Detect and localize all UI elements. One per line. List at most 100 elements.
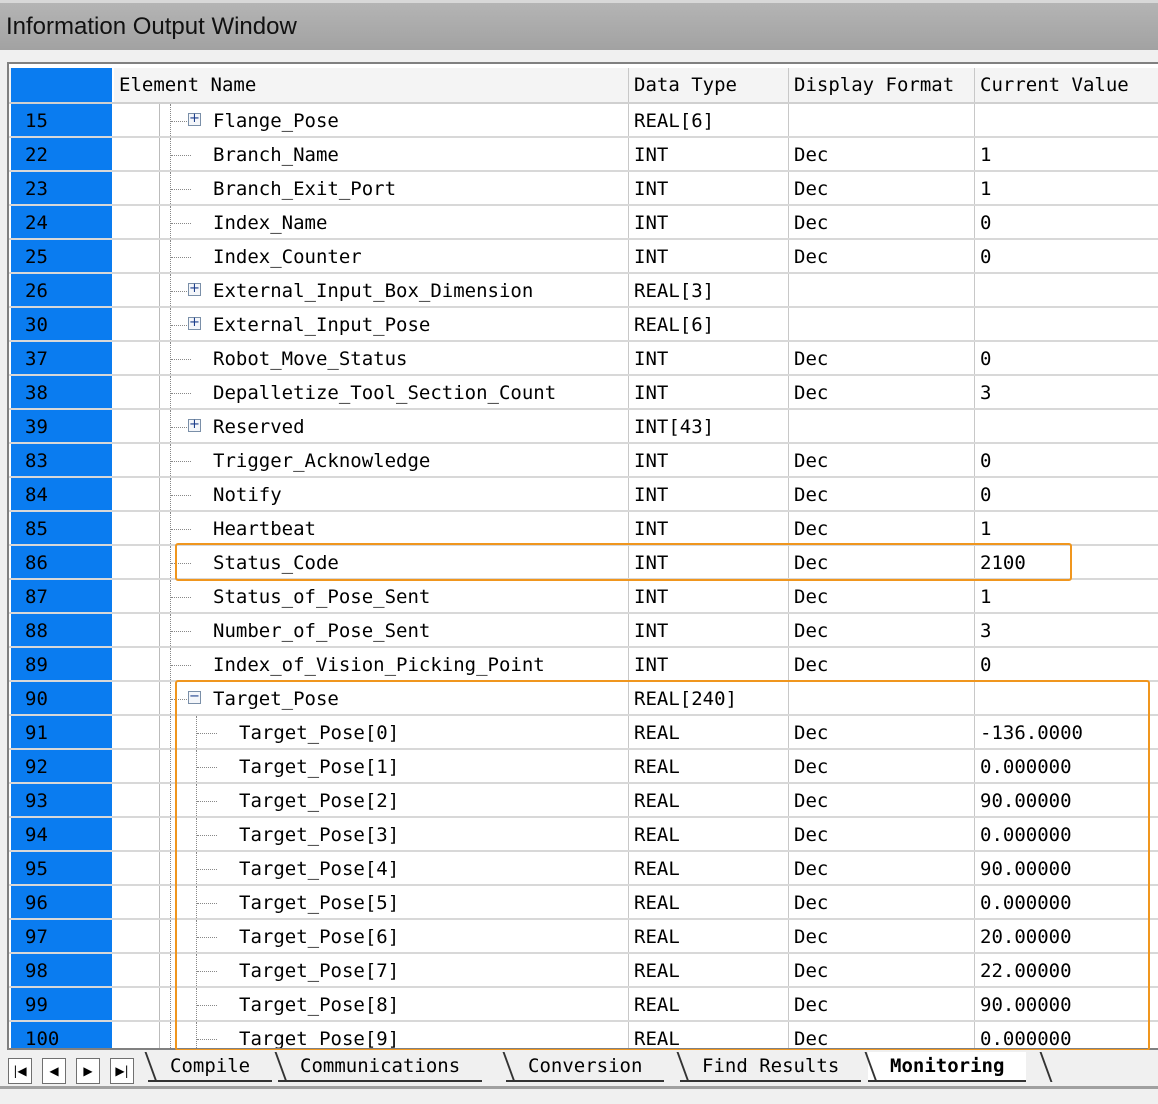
- current-value-cell[interactable]: 90.00000: [975, 988, 1158, 1020]
- display-format-cell[interactable]: Dec: [789, 954, 975, 986]
- data-type-cell[interactable]: INT: [629, 546, 789, 578]
- row-number[interactable]: 39: [11, 410, 114, 442]
- element-name-cell[interactable]: Target_Pose[4]: [114, 852, 629, 884]
- display-format-cell[interactable]: Dec: [789, 240, 975, 272]
- row-number[interactable]: 91: [11, 716, 114, 748]
- current-value-cell[interactable]: 0.000000: [975, 886, 1158, 918]
- element-name-cell[interactable]: Heartbeat: [114, 512, 629, 544]
- table-row[interactable]: 98 Target_Pose[7] REAL Dec 22.00000: [9, 954, 1158, 988]
- current-value-cell[interactable]: 3: [975, 614, 1158, 646]
- next-icon[interactable]: ▶: [76, 1058, 100, 1084]
- table-row[interactable]: 88 Number_of_Pose_Sent INT Dec 3: [9, 614, 1158, 648]
- display-format-cell[interactable]: Dec: [789, 172, 975, 204]
- table-row[interactable]: 96 Target_Pose[5] REAL Dec 0.000000: [9, 886, 1158, 920]
- row-number[interactable]: 84: [11, 478, 114, 510]
- table-row[interactable]: 22 Branch_Name INT Dec 1: [9, 138, 1158, 172]
- element-name-cell[interactable]: Index_Name: [114, 206, 629, 238]
- row-number[interactable]: 23: [11, 172, 114, 204]
- data-type-cell[interactable]: INT: [629, 478, 789, 510]
- display-format-cell[interactable]: Dec: [789, 886, 975, 918]
- display-format-cell[interactable]: Dec: [789, 852, 975, 884]
- table-row[interactable]: 84 Notify INT Dec 0: [9, 478, 1158, 512]
- header-data-type[interactable]: Data Type: [629, 68, 789, 102]
- table-row[interactable]: 95 Target_Pose[4] REAL Dec 90.00000: [9, 852, 1158, 886]
- row-number[interactable]: 37: [11, 342, 114, 374]
- current-value-cell[interactable]: 20.00000: [975, 920, 1158, 952]
- element-name-cell[interactable]: + Reserved: [114, 410, 629, 442]
- display-format-cell[interactable]: Dec: [789, 920, 975, 952]
- prev-icon[interactable]: ◀: [42, 1058, 66, 1084]
- table-row[interactable]: 99 Target_Pose[8] REAL Dec 90.00000: [9, 988, 1158, 1022]
- element-name-cell[interactable]: Target_Pose[7]: [114, 954, 629, 986]
- row-number[interactable]: 90: [11, 682, 114, 714]
- element-name-cell[interactable]: Index_Counter: [114, 240, 629, 272]
- expand-icon[interactable]: +: [188, 112, 201, 126]
- current-value-cell[interactable]: 0: [975, 240, 1158, 272]
- data-type-cell[interactable]: INT: [629, 580, 789, 612]
- table-row[interactable]: 25 Index_Counter INT Dec 0: [9, 240, 1158, 274]
- table-row[interactable]: 85 Heartbeat INT Dec 1: [9, 512, 1158, 546]
- current-value-cell[interactable]: 0.000000: [975, 1022, 1158, 1048]
- element-name-cell[interactable]: Target_Pose[1]: [114, 750, 629, 782]
- display-format-cell[interactable]: [789, 274, 975, 306]
- expand-icon[interactable]: +: [188, 282, 201, 296]
- display-format-cell[interactable]: Dec: [789, 342, 975, 374]
- data-type-cell[interactable]: REAL[6]: [629, 104, 789, 136]
- data-type-cell[interactable]: REAL: [629, 988, 789, 1020]
- element-name-cell[interactable]: Branch_Exit_Port: [114, 172, 629, 204]
- display-format-cell[interactable]: Dec: [789, 648, 975, 680]
- current-value-cell[interactable]: 1: [975, 580, 1158, 612]
- expand-icon[interactable]: +: [188, 418, 201, 432]
- row-number[interactable]: 95: [11, 852, 114, 884]
- table-row[interactable]: 39 + Reserved INT[43]: [9, 410, 1158, 444]
- data-type-cell[interactable]: INT: [629, 172, 789, 204]
- display-format-cell[interactable]: Dec: [789, 512, 975, 544]
- element-name-cell[interactable]: + External_Input_Pose: [114, 308, 629, 340]
- current-value-cell[interactable]: 1: [975, 172, 1158, 204]
- table-row[interactable]: 83 Trigger_Acknowledge INT Dec 0: [9, 444, 1158, 478]
- current-value-cell[interactable]: -136.0000: [975, 716, 1158, 748]
- table-row[interactable]: 92 Target_Pose[1] REAL Dec 0.000000: [9, 750, 1158, 784]
- current-value-cell[interactable]: 90.00000: [975, 784, 1158, 816]
- current-value-cell[interactable]: 1: [975, 512, 1158, 544]
- tab-compile[interactable]: Compile: [148, 1052, 273, 1082]
- current-value-cell[interactable]: 90.00000: [975, 852, 1158, 884]
- data-type-cell[interactable]: REAL: [629, 716, 789, 748]
- row-number[interactable]: 89: [11, 648, 114, 680]
- table-row[interactable]: 100 Target_Pose[9] REAL Dec 0.000000: [9, 1022, 1158, 1048]
- table-row[interactable]: 37 Robot_Move_Status INT Dec 0: [9, 342, 1158, 376]
- tab-monitoring[interactable]: Monitoring: [868, 1052, 1027, 1082]
- element-name-cell[interactable]: Status_Code: [114, 546, 629, 578]
- element-name-cell[interactable]: Notify: [114, 478, 629, 510]
- row-number[interactable]: 83: [11, 444, 114, 476]
- element-name-cell[interactable]: + External_Input_Box_Dimension: [114, 274, 629, 306]
- element-name-cell[interactable]: Target_Pose[9]: [114, 1022, 629, 1048]
- header-current-value[interactable]: Current Value: [975, 68, 1158, 102]
- current-value-cell[interactable]: 0: [975, 444, 1158, 476]
- table-row[interactable]: 93 Target_Pose[2] REAL Dec 90.00000: [9, 784, 1158, 818]
- data-type-cell[interactable]: REAL: [629, 1022, 789, 1048]
- element-name-cell[interactable]: Target_Pose[8]: [114, 988, 629, 1020]
- data-type-cell[interactable]: INT: [629, 614, 789, 646]
- data-type-cell[interactable]: INT: [629, 240, 789, 272]
- display-format-cell[interactable]: Dec: [789, 546, 975, 578]
- data-type-cell[interactable]: REAL: [629, 886, 789, 918]
- current-value-cell[interactable]: 3: [975, 376, 1158, 408]
- display-format-cell[interactable]: Dec: [789, 988, 975, 1020]
- current-value-cell[interactable]: 22.00000: [975, 954, 1158, 986]
- current-value-cell[interactable]: 0.000000: [975, 750, 1158, 782]
- element-name-cell[interactable]: Branch_Name: [114, 138, 629, 170]
- current-value-cell[interactable]: [975, 104, 1158, 136]
- tab-communications[interactable]: Communications: [278, 1052, 483, 1082]
- data-type-cell[interactable]: INT: [629, 444, 789, 476]
- current-value-cell[interactable]: [975, 410, 1158, 442]
- data-type-cell[interactable]: REAL: [629, 852, 789, 884]
- element-name-cell[interactable]: Depalletize_Tool_Section_Count: [114, 376, 629, 408]
- table-row[interactable]: 23 Branch_Exit_Port INT Dec 1: [9, 172, 1158, 206]
- table-row[interactable]: 15 + Flange_Pose REAL[6]: [9, 104, 1158, 138]
- row-number[interactable]: 86: [11, 546, 114, 578]
- data-type-cell[interactable]: REAL: [629, 818, 789, 850]
- display-format-cell[interactable]: Dec: [789, 478, 975, 510]
- header-display-format[interactable]: Display Format: [789, 68, 975, 102]
- current-value-cell[interactable]: 2100: [975, 546, 1158, 578]
